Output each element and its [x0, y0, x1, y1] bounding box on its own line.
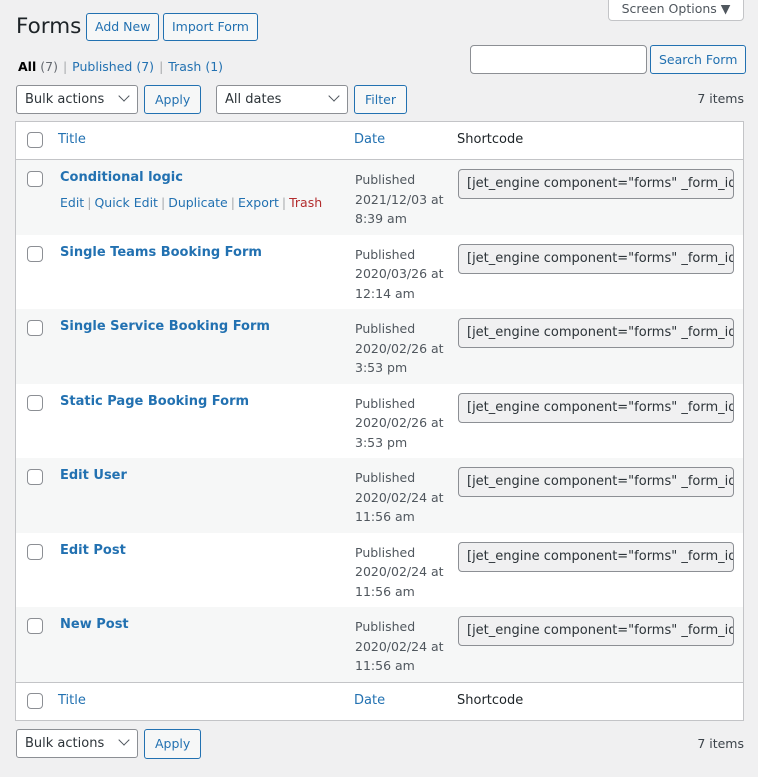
row-checkbox[interactable]: [27, 245, 43, 262]
edit-link[interactable]: Edit: [60, 195, 84, 210]
status-text: Published: [355, 544, 416, 560]
time-text: 8:39 am: [355, 211, 407, 226]
date-cell: Published 2020/02/24 at 11:56 am: [355, 468, 444, 527]
table-row: Single Service Booking Form Published 2020…: [16, 309, 743, 384]
date-text: 2020/02/24 at: [355, 638, 444, 654]
items-count-bottom: 7 items: [697, 736, 744, 751]
shortcode-field[interactable]: [jet_engine component="forms" _form_id=: [458, 392, 734, 423]
row-checkbox[interactable]: [27, 394, 43, 411]
row-checkbox[interactable]: [27, 171, 43, 187]
search-input[interactable]: [470, 45, 647, 74]
date-cell: Published 2020/02/26 at 3:53 pm: [355, 394, 444, 453]
time-text: 11:56 am: [355, 658, 415, 673]
apply-button-bottom[interactable]: Apply: [144, 729, 202, 759]
status-text: Published: [355, 172, 416, 187]
column-date-sort[interactable]: Date: [354, 132, 385, 147]
shortcode-field[interactable]: [jet_engine component="forms" _form_id=: [458, 318, 734, 348]
screen-options-button[interactable]: Screen Options ▼: [608, 0, 744, 21]
date-text: 2020/02/26 at: [355, 415, 444, 430]
status-text: Published: [355, 619, 416, 634]
shortcode-field[interactable]: [jet_engine component="forms" _form_id=: [458, 467, 734, 497]
time-text: 11:56 am: [355, 583, 415, 599]
shortcode-field[interactable]: [jet_engine component="forms" _form_id=: [458, 243, 734, 274]
add-new-button[interactable]: Add New: [86, 13, 160, 41]
time-text: 3:53 pm: [355, 360, 408, 375]
column-date-sort-footer[interactable]: Date: [354, 693, 385, 708]
date-cell: Published 2020/02/24 at 11:56 am: [355, 543, 444, 602]
shortcode-field[interactable]: [jet_engine component="forms" _form_id=: [458, 541, 734, 572]
date-text: 2020/02/26 at: [355, 340, 444, 356]
table-row: New Post Published 2020/02/24 at 11:56 am [j…: [16, 607, 743, 682]
date-cell: Published 2020/02/24 at 11:56 am: [355, 617, 444, 676]
status-text: Published: [355, 246, 416, 262]
row-checkbox[interactable]: [27, 320, 43, 336]
form-title-link[interactable]: Edit User: [60, 468, 127, 483]
date-cell: Published 2021/12/03 at 8:39 am: [355, 170, 444, 229]
shortcode-field[interactable]: [jet_engine component="forms" _form_id=: [458, 169, 734, 199]
import-form-button[interactable]: Import Form: [163, 13, 258, 41]
filter-button[interactable]: Filter: [354, 85, 407, 114]
select-all-checkbox-footer[interactable]: [27, 692, 43, 709]
time-text: 11:56 am: [355, 509, 415, 524]
bulk-actions-select-bottom[interactable]: Bulk actions: [16, 729, 138, 758]
table-row: Static Page Booking Form Published 2020/02…: [16, 384, 743, 459]
form-title-link[interactable]: Single Teams Booking Form: [60, 245, 262, 260]
chevron-down-icon: [118, 734, 130, 746]
row-checkbox[interactable]: [27, 543, 43, 560]
forms-table: Title Date Shortcode Conditional logic Ed…: [15, 121, 744, 721]
date-cell: Published 2020/03/26 at 12:14 am: [355, 245, 444, 304]
apply-button-top[interactable]: Apply: [144, 85, 202, 114]
view-filters: All (7) | Published (7) | Trash (1): [18, 59, 224, 74]
export-link[interactable]: Export: [238, 195, 279, 210]
shortcode-field[interactable]: [jet_engine component="forms" _form_id=: [458, 616, 734, 646]
column-shortcode: Shortcode: [457, 132, 524, 147]
select-all-checkbox[interactable]: [27, 132, 43, 148]
row-actions: Edit | Quick Edit | Duplicate | Export | Trash: [60, 195, 323, 210]
form-title-link[interactable]: Conditional logic: [60, 170, 183, 185]
column-title-sort[interactable]: Title: [58, 132, 86, 147]
view-published[interactable]: Published (7): [72, 59, 154, 74]
date-cell: Published 2020/02/26 at 3:53 pm: [355, 319, 444, 378]
items-count-top: 7 items: [697, 91, 744, 106]
table-header: Title Date Shortcode: [16, 122, 743, 160]
trash-link[interactable]: Trash: [289, 195, 322, 210]
row-checkbox[interactable]: [27, 469, 43, 485]
dates-select[interactable]: All dates: [216, 85, 348, 114]
search-form-button[interactable]: Search Form: [650, 45, 747, 74]
status-text: Published: [355, 395, 416, 411]
bulk-actions-select-top[interactable]: Bulk actions: [16, 85, 138, 114]
chevron-down-icon: [328, 90, 340, 102]
date-text: 2020/02/24 at: [355, 564, 444, 579]
table-footer: Title Date Shortcode: [16, 681, 743, 720]
column-title-sort-footer[interactable]: Title: [58, 693, 86, 708]
form-title-link[interactable]: Edit Post: [60, 543, 126, 558]
table-row: Conditional logic Edit | Quick Edit | Duplica…: [16, 160, 743, 235]
date-text: 2021/12/03 at: [355, 191, 444, 207]
chevron-down-icon: [118, 90, 130, 102]
date-text: 2020/03/26 at: [355, 266, 444, 281]
view-trash[interactable]: Trash (1): [168, 59, 223, 74]
form-title-link[interactable]: Static Page Booking Form: [60, 394, 249, 409]
row-checkbox[interactable]: [27, 618, 43, 634]
view-all[interactable]: All (7): [18, 59, 58, 74]
status-text: Published: [355, 321, 416, 336]
date-text: 2020/02/24 at: [355, 489, 444, 505]
table-row: Edit Post Published 2020/02/24 at 11:56 am […: [16, 533, 743, 608]
duplicate-link[interactable]: Duplicate: [168, 195, 228, 210]
form-title-link[interactable]: Single Service Booking Form: [60, 319, 270, 334]
time-text: 3:53 pm: [355, 434, 408, 450]
quick-edit-link[interactable]: Quick Edit: [94, 195, 158, 210]
table-row: Single Teams Booking Form Published 2020/0…: [16, 235, 743, 310]
column-shortcode-footer: Shortcode: [457, 692, 524, 708]
time-text: 12:14 am: [355, 285, 415, 301]
status-text: Published: [355, 470, 416, 485]
form-title-link[interactable]: New Post: [60, 617, 129, 632]
table-row: Edit User Published 2020/02/24 at 11:56 am […: [16, 458, 743, 533]
page-title: Forms: [16, 14, 82, 39]
